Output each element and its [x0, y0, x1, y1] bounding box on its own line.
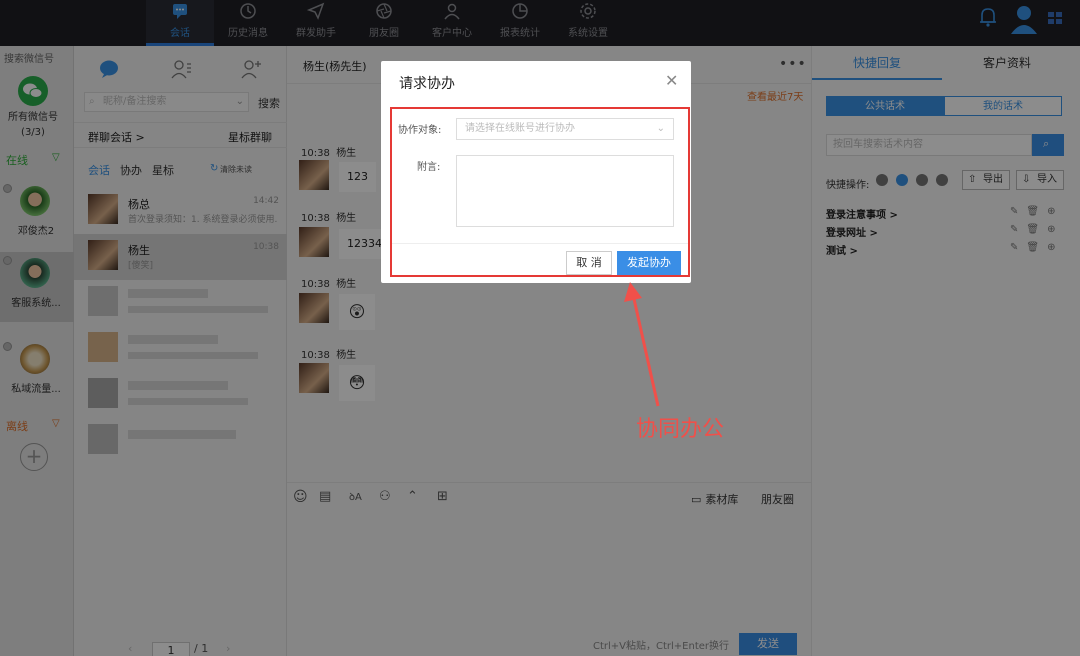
request-assist-dialog: 请求协办 ✕ 协作对象: 请选择在线账号进行协办 ⌄ 附言: 取 消 发起协办 [381, 61, 691, 283]
annotation-label: 协同办公 [636, 417, 725, 442]
note-textarea[interactable] [456, 155, 674, 227]
select-placeholder: 请选择在线账号进行协办 [465, 123, 575, 134]
assist-target-select[interactable]: 请选择在线账号进行协办 ⌄ [456, 118, 674, 140]
dialog-title: 请求协办 [399, 76, 455, 92]
target-label: 协作对象: [398, 125, 442, 136]
cancel-button[interactable]: 取 消 [566, 251, 612, 275]
divider [392, 243, 688, 244]
note-label: 附言: [417, 162, 441, 173]
submit-assist-button[interactable]: 发起协办 [617, 251, 681, 275]
close-icon[interactable]: ✕ [665, 71, 678, 90]
chevron-down-icon: ⌄ [656, 123, 665, 134]
annotation-arrow [624, 282, 660, 407]
